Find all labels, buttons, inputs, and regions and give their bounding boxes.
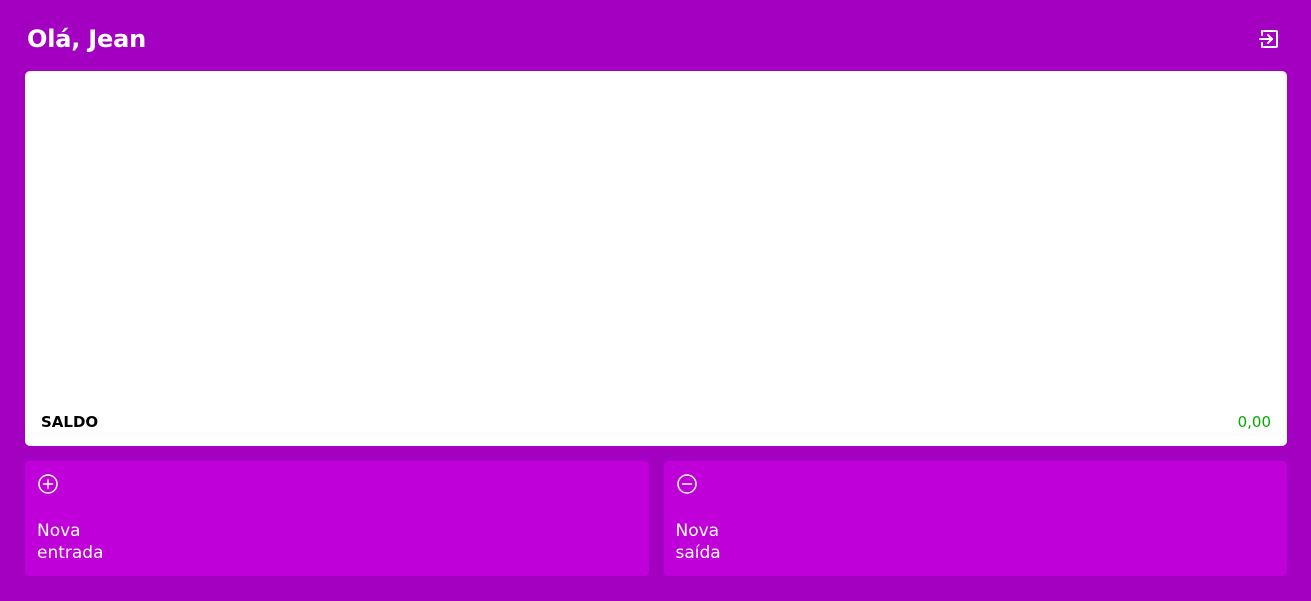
new-exit-label-line2: saída: [675, 543, 721, 563]
new-exit-label-line1: Nova: [675, 521, 720, 541]
action-buttons: Nova entrada Nova saída: [25, 461, 1287, 576]
new-exit-label: Nova saída: [676, 520, 796, 564]
new-entry-label: Nova entrada: [37, 520, 157, 564]
records-panel: SALDO 0,00: [25, 71, 1287, 446]
logout-button[interactable]: [1256, 26, 1282, 52]
logout-icon: [1259, 29, 1278, 48]
balance-value: 0,00: [1237, 413, 1271, 431]
header: Olá, Jean: [25, 0, 1286, 71]
plus-circle-icon: [38, 474, 58, 494]
new-entry-label-line1: Nova: [37, 521, 81, 541]
minus-circle-icon: [676, 474, 697, 494]
new-entry-button[interactable]: Nova entrada: [25, 461, 649, 576]
greeting-title: Olá, Jean: [27, 24, 146, 53]
new-entry-label-line2: entrada: [37, 543, 104, 563]
wallet-screen: Olá, Jean SALDO 0,00 Nova entrada Nova s…: [0, 0, 1311, 601]
balance-label: SALDO: [41, 413, 99, 431]
new-exit-button[interactable]: Nova saída: [663, 461, 1287, 576]
